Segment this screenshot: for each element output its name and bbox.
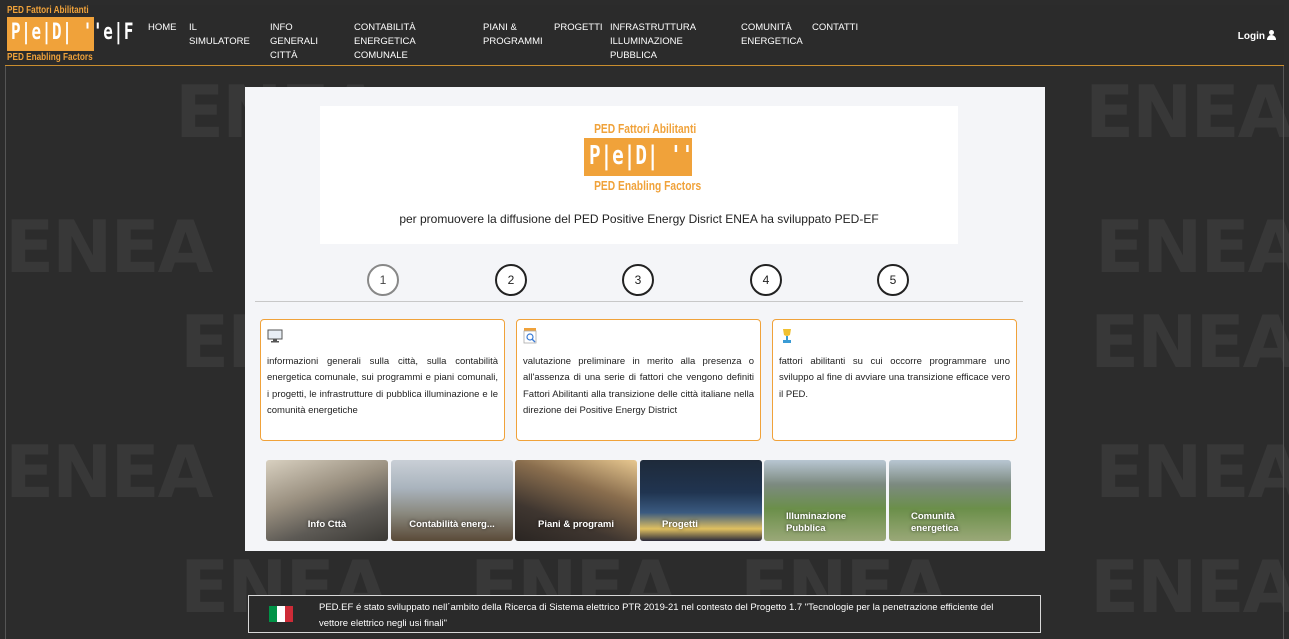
tile-comunita-energetica[interactable]: Comunità energetica xyxy=(889,460,1011,541)
logo-title-en: PED Enabling Factors xyxy=(7,52,93,63)
footer-text: PED.EF é stato sviluppato nell´ambito de… xyxy=(319,602,994,629)
nav-infrastruttura-illuminazione[interactable]: INFRASTRUTTURA ILLUMINAZIONE PUBBLICA xyxy=(610,21,696,63)
step-3[interactable]: 3 xyxy=(622,264,654,296)
nav-home[interactable]: HOME xyxy=(148,21,177,35)
nav-simulatore[interactable]: IL SIMULATORE xyxy=(189,21,250,49)
nav-contatti[interactable]: CONTATTI xyxy=(812,21,858,35)
footer-notice: PED.EF é stato sviluppato nell´ambito de… xyxy=(248,595,1041,633)
nav-comunita-energetica[interactable]: COMUNITÀ ENERGETICA xyxy=(741,21,803,49)
step-5[interactable]: 5 xyxy=(877,264,909,296)
step-2[interactable]: 2 xyxy=(495,264,527,296)
info-card-evaluation: valutazione preliminare in merito alla p… xyxy=(516,319,761,441)
login-button[interactable]: Login xyxy=(1238,30,1276,42)
magnifier-document-icon xyxy=(523,328,537,344)
tile-label: Progetti xyxy=(662,519,698,530)
hero-logo: PED Fattori Abilitanti P|e|D| ''e|F PED … xyxy=(584,122,728,202)
monitor-icon xyxy=(267,329,283,343)
step-4[interactable]: 4 xyxy=(750,264,782,296)
watermark-text: ENEA xyxy=(5,430,213,514)
watermark-text: ENEA xyxy=(1085,70,1289,154)
logo-title-it: PED Fattori Abilitanti xyxy=(7,5,89,16)
watermark-text: ENEA xyxy=(5,205,213,289)
main-content-panel: PED Fattori Abilitanti P|e|D| ''e|F PED … xyxy=(245,87,1045,551)
logo-mark: P|e|D| ''e|F xyxy=(7,17,133,51)
watermark-text: ENEA xyxy=(1090,300,1289,384)
card-text: fattori abilitanti su cui occorre progra… xyxy=(779,355,1010,400)
nav-progetti[interactable]: PROGETTI xyxy=(554,21,603,35)
tile-piani-programmi[interactable]: Piani & programi xyxy=(515,460,637,541)
hero-tagline: per promuovere la diffusione del PED Pos… xyxy=(399,212,879,226)
tile-label: Info Cttà xyxy=(307,519,347,530)
hero-logo-title-it: PED Fattori Abilitanti xyxy=(594,122,697,136)
tile-label: Illuminazione Pubblica xyxy=(786,511,847,534)
hero-logo-title-en: PED Enabling Factors xyxy=(594,179,702,193)
hero-banner: PED Fattori Abilitanti P|e|D| ''e|F PED … xyxy=(320,106,958,244)
step-1[interactable]: 1 xyxy=(367,264,399,296)
section-tiles: Info Cttà Contabilità energ... Piani & p… xyxy=(266,460,1016,541)
card-text: informazioni generali sulla città, sulla… xyxy=(267,355,498,417)
watermark-text: ENEA xyxy=(1095,205,1289,289)
tile-contabilita[interactable]: Contabilità energ... xyxy=(391,460,513,541)
step-indicator: 1 2 3 4 5 xyxy=(245,264,1045,296)
user-icon xyxy=(1267,30,1276,40)
italy-flag-icon xyxy=(269,606,293,622)
login-label: Login xyxy=(1237,31,1265,42)
card-text: valutazione preliminare in merito alla p… xyxy=(523,355,754,417)
top-navigation-bar: PED Fattori Abilitanti P|e|D| ''e|F PED … xyxy=(5,5,1284,66)
tile-illuminazione[interactable]: Illuminazione Pubblica xyxy=(764,460,886,541)
site-logo[interactable]: PED Fattori Abilitanti P|e|D| ''e|F PED … xyxy=(7,5,133,65)
tile-label: Contabilità energ... xyxy=(409,519,495,530)
nav-info-generali[interactable]: INFO GENERALI CITTÀ xyxy=(270,21,318,63)
tile-progetti[interactable]: Progetti xyxy=(640,460,762,541)
steps-divider xyxy=(255,301,1023,302)
hero-logo-mark: P|e|D| ''e|F xyxy=(584,138,728,176)
nav-contabilita-energetica[interactable]: CONTABILITÀ ENERGETICA COMUNALE xyxy=(354,21,416,63)
tile-label: Piani & programi xyxy=(537,519,614,530)
info-card-factors: fattori abilitanti su cui occorre progra… xyxy=(772,319,1017,441)
watermark-text: ENEA xyxy=(1090,545,1289,629)
nav-piani-programmi[interactable]: PIANI & PROGRAMMI xyxy=(483,21,543,49)
tile-info-citta[interactable]: Info Cttà xyxy=(266,460,388,541)
info-card-general: informazioni generali sulla città, sulla… xyxy=(260,319,505,441)
watermark-text: ENEA xyxy=(1095,430,1289,514)
tile-label: Comunità energetica xyxy=(911,511,959,534)
trophy-icon xyxy=(783,329,791,343)
